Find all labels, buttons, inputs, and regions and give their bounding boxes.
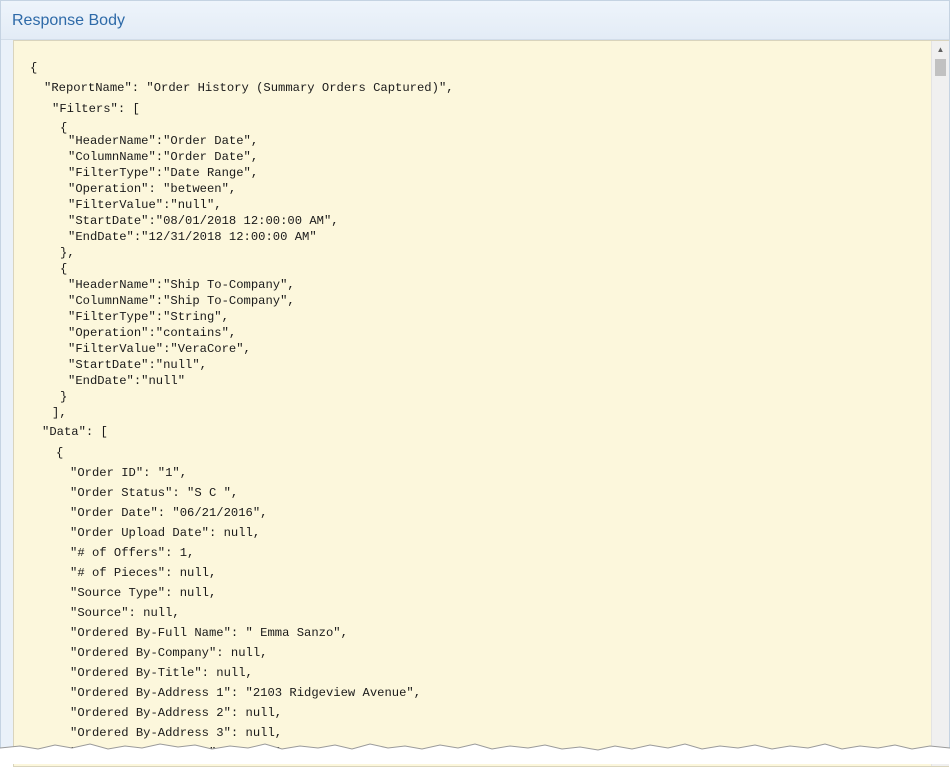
- code-line: "Order Upload Date": null,: [70, 526, 261, 540]
- code-line: "Order ID": "1",: [70, 466, 188, 480]
- scroll-up-arrow-icon[interactable]: ▲: [932, 41, 949, 58]
- code-line: "Ordered By-Full Name": " Emma Sanzo",: [70, 626, 348, 640]
- code-line: ],: [52, 406, 67, 420]
- code-line: "Source": null,: [70, 606, 180, 620]
- code-line: "Ordered By-Address 2": null,: [70, 706, 283, 720]
- code-line: "Ordered By-Company": null,: [70, 646, 268, 660]
- code-line: "StartDate":"08/01/2018 12:00:00 AM",: [68, 214, 339, 228]
- torn-edge: [0, 743, 950, 764]
- code-line: {: [30, 61, 38, 75]
- code-line: "EndDate":"12/31/2018 12:00:00 AM": [68, 230, 317, 244]
- code-line: {: [60, 262, 68, 276]
- code-line: },: [60, 246, 75, 260]
- code-line: "Operation":"contains",: [68, 326, 237, 340]
- code-line: "Data": [: [42, 425, 108, 439]
- code-line: "Order Status": "S C ",: [70, 486, 239, 500]
- code-line: "FilterType":"String",: [68, 310, 229, 324]
- code-line: "Filters": [: [52, 102, 140, 116]
- code-line: "EndDate":"null": [68, 374, 186, 388]
- scroll-thumb[interactable]: [935, 59, 946, 76]
- code-line: {: [60, 121, 68, 135]
- code-line: "# of Pieces": null,: [70, 566, 217, 580]
- panel-header: Response Body: [1, 1, 949, 40]
- code-line: "FilterValue":"null",: [68, 198, 222, 212]
- code-line: "FilterType":"Date Range",: [68, 166, 259, 180]
- code-line: "StartDate":"null",: [68, 358, 207, 372]
- response-body-code-area[interactable]: { "ReportName": "Order History (Summary O…: [13, 40, 949, 767]
- code-line: "HeaderName":"Ship To-Company",: [68, 278, 295, 292]
- code-line: "Ordered By-Address 1": "2103 Ridgeview …: [70, 686, 422, 700]
- panel-title: Response Body: [12, 12, 125, 29]
- code-line: "HeaderName":"Order Date",: [68, 134, 259, 148]
- code-line: "ColumnName":"Order Date",: [68, 150, 259, 164]
- code-line: "ColumnName":"Ship To-Company",: [68, 294, 295, 308]
- response-body-panel: Response Body { "ReportName": "Order Hist…: [0, 0, 950, 767]
- code-line: "Ordered By-Title": null,: [70, 666, 253, 680]
- code-line: "ReportName": "Order History (Summary Or…: [44, 81, 454, 95]
- code-line: "Operation": "between",: [68, 182, 237, 196]
- code-line: "# of Offers": 1,: [70, 546, 195, 560]
- code-line: "FilterValue":"VeraCore",: [68, 342, 251, 356]
- code-line: "Order Date": "06/21/2016",: [70, 506, 268, 520]
- code-line: }: [60, 390, 68, 404]
- code-line: "Source Type": null,: [70, 586, 217, 600]
- code-line: {: [56, 446, 64, 460]
- vertical-scrollbar[interactable]: ▲: [931, 41, 949, 766]
